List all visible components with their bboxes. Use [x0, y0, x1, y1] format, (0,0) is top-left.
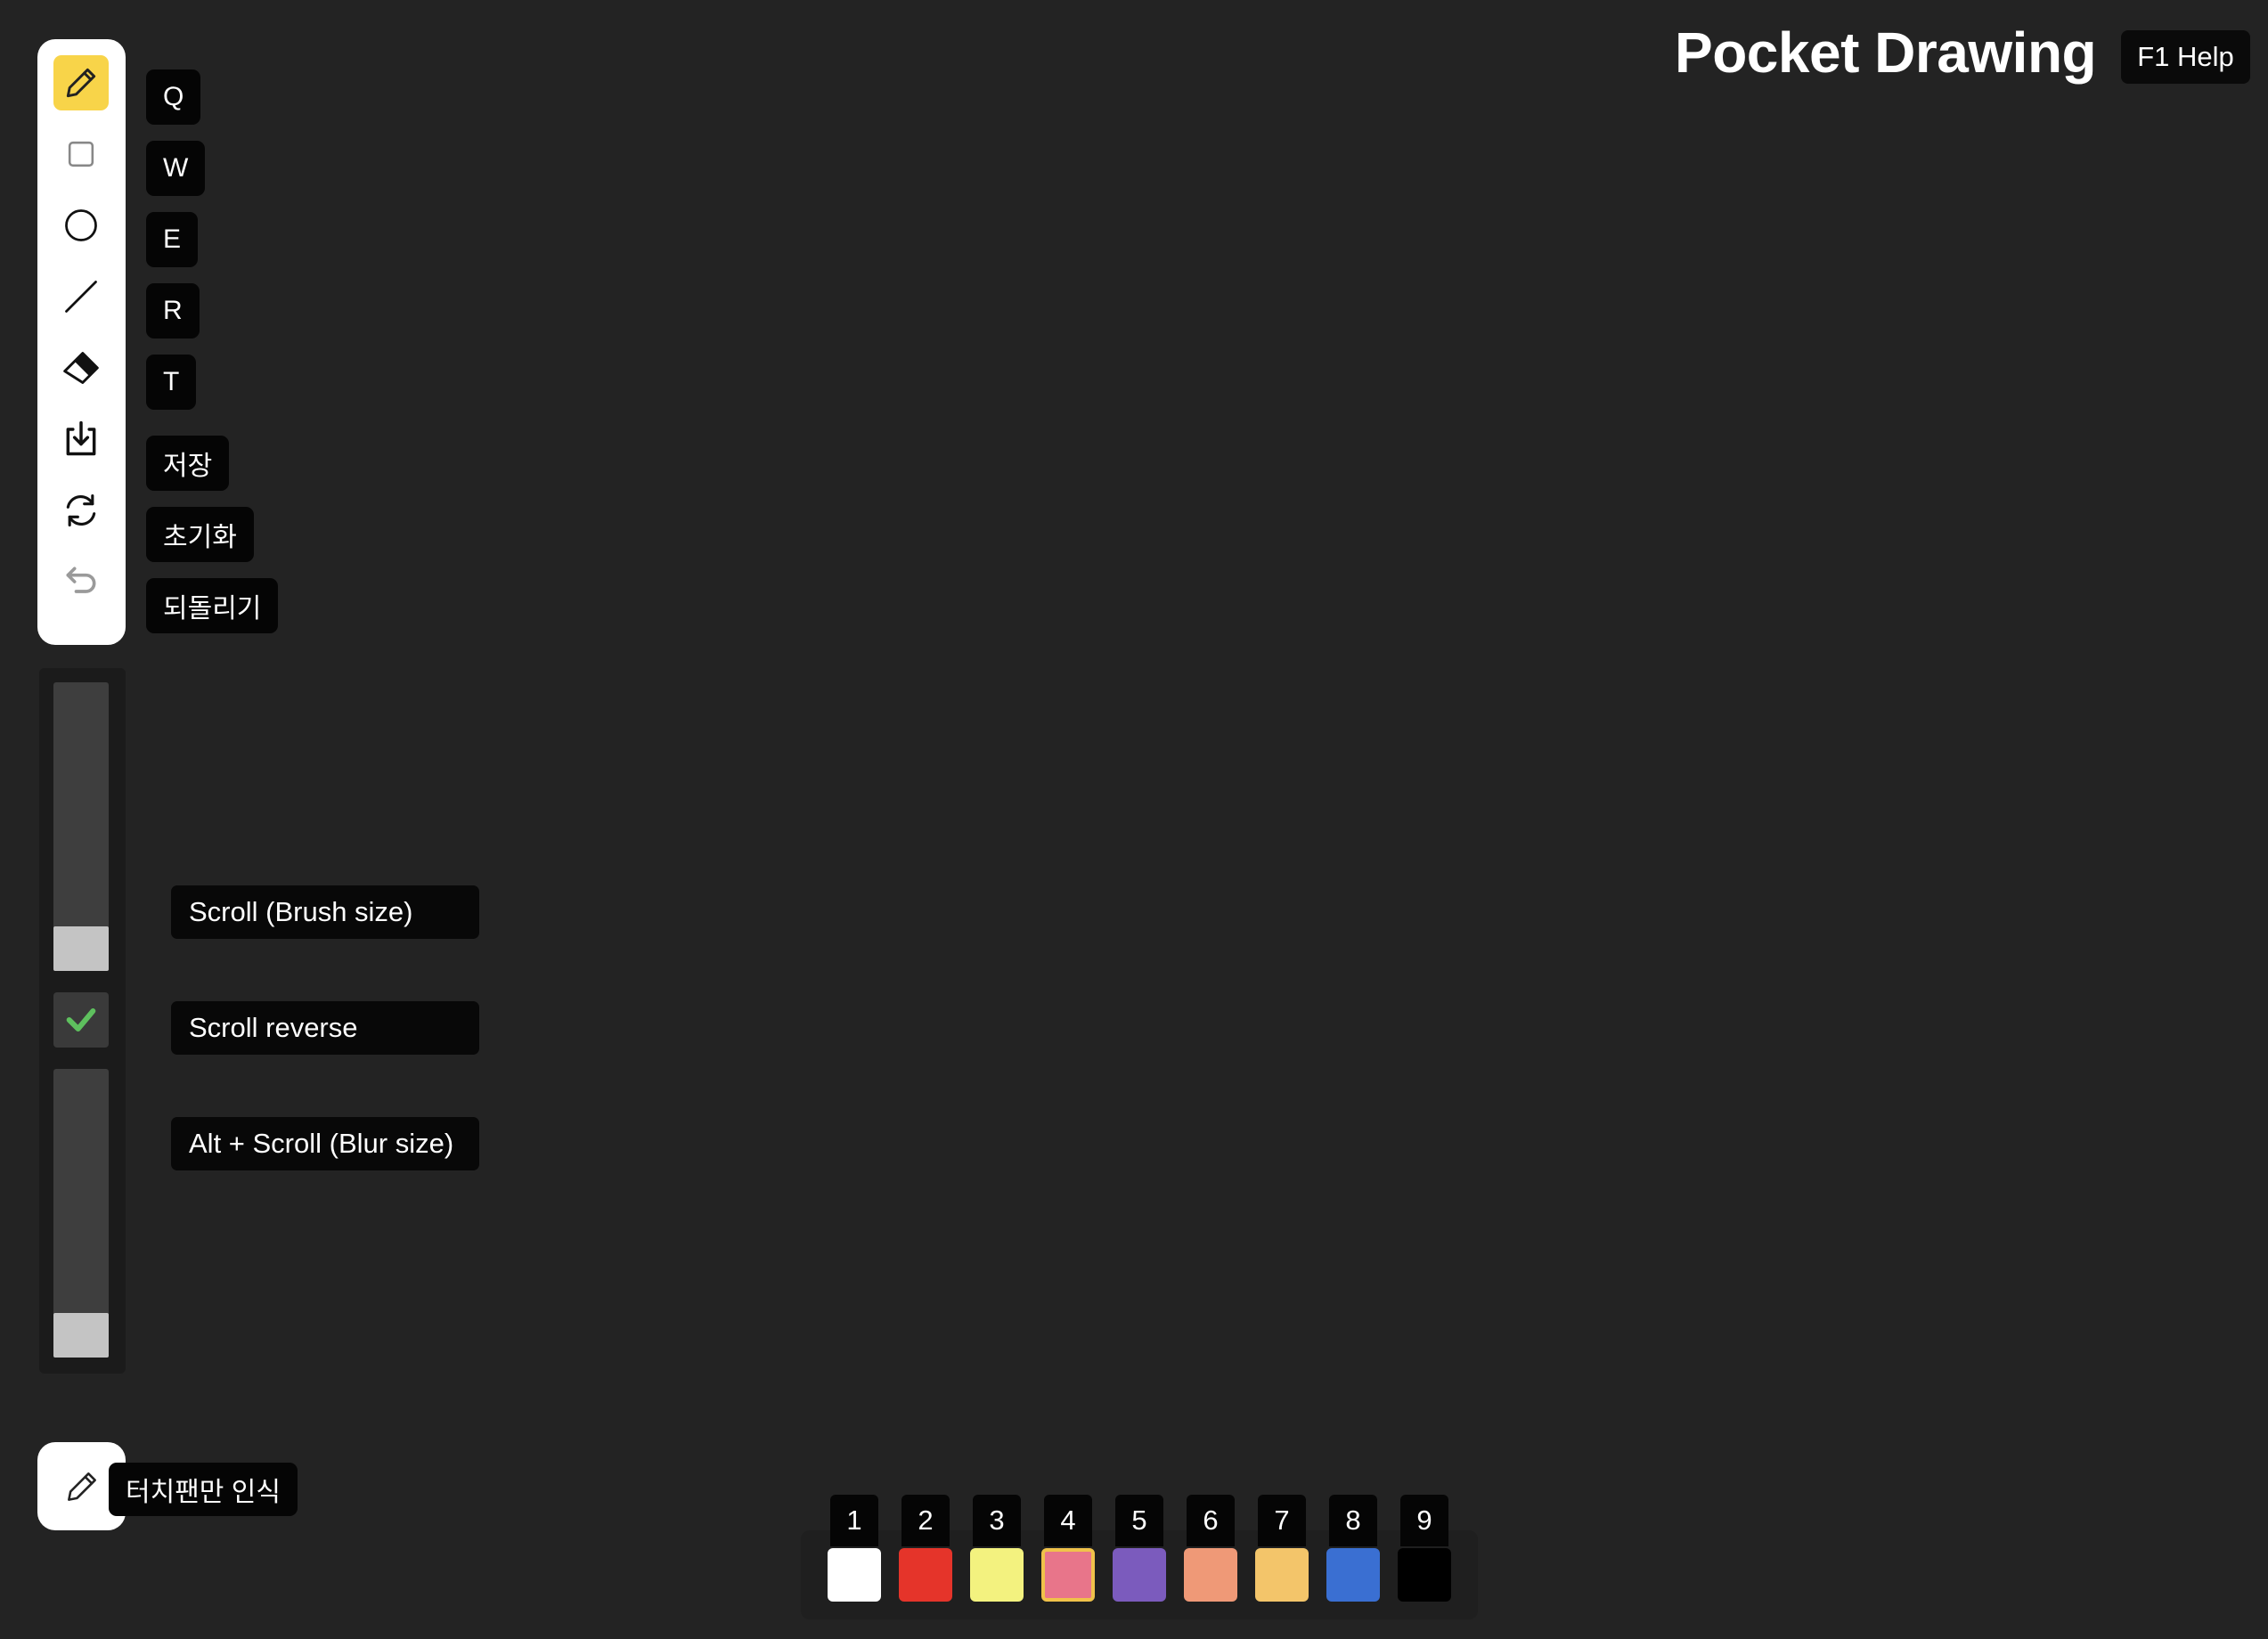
pencil-tool-button[interactable] — [53, 55, 109, 110]
blur-size-hint: Alt + Scroll (Blur size) — [171, 1117, 479, 1170]
color-swatch-7[interactable] — [1255, 1548, 1309, 1602]
line-icon — [65, 281, 97, 313]
reset-icon — [66, 493, 96, 527]
palette-number-1: 1 — [830, 1495, 878, 1546]
undo-icon — [66, 567, 96, 593]
slider-panel — [39, 668, 126, 1374]
brush-size-slider[interactable] — [53, 682, 109, 971]
undo-button[interactable] — [53, 554, 109, 609]
reset-button[interactable] — [53, 483, 109, 538]
rectangle-tool-button[interactable] — [53, 126, 109, 182]
pen-only-tooltip: 터치팬만 인식 — [109, 1463, 298, 1516]
eraser-tool-button[interactable] — [53, 340, 109, 395]
brush-size-hint: Scroll (Brush size) — [171, 885, 479, 939]
color-swatch-9[interactable] — [1398, 1548, 1451, 1602]
circle-shortcut-tooltip: E — [146, 212, 199, 267]
brush-size-thumb[interactable] — [53, 926, 109, 971]
circle-tool-button[interactable] — [53, 198, 109, 253]
color-swatch-3[interactable] — [970, 1548, 1024, 1602]
save-tooltip: 저장 — [146, 436, 230, 491]
pencil-shortcut-tooltip: Q — [146, 69, 201, 125]
palette-number-8: 8 — [1329, 1495, 1377, 1546]
line-shortcut-tooltip: R — [146, 283, 200, 338]
blur-size-slider[interactable] — [53, 1069, 109, 1358]
palette-number-3: 3 — [973, 1495, 1021, 1546]
color-swatch-2[interactable] — [899, 1548, 952, 1602]
app-title: Pocket Drawing — [1675, 20, 2097, 85]
palette-number-9: 9 — [1400, 1495, 1448, 1546]
undo-tooltip: 되돌리기 — [146, 578, 279, 633]
scroll-reverse-checkbox[interactable] — [53, 992, 109, 1048]
color-swatch-5[interactable] — [1113, 1548, 1166, 1602]
color-swatch-4[interactable] — [1041, 1548, 1095, 1602]
line-tool-button[interactable] — [53, 269, 109, 324]
pencil-icon — [66, 68, 96, 98]
color-swatch-6[interactable] — [1184, 1548, 1237, 1602]
save-button[interactable] — [53, 412, 109, 467]
eraser-icon — [63, 352, 99, 384]
palette-number-4: 4 — [1044, 1495, 1092, 1546]
save-icon — [66, 420, 96, 456]
reset-tooltip: 초기화 — [146, 507, 254, 562]
color-swatch-1[interactable] — [828, 1548, 881, 1602]
palette-number-2: 2 — [901, 1495, 950, 1546]
blur-size-thumb[interactable] — [53, 1313, 109, 1358]
eraser-shortcut-tooltip: T — [146, 355, 197, 410]
help-button[interactable]: F1 Help — [2121, 30, 2250, 84]
pen-icon — [67, 1472, 96, 1501]
scroll-reverse-hint: Scroll reverse — [171, 1001, 479, 1055]
palette-number-7: 7 — [1258, 1495, 1306, 1546]
color-swatch-8[interactable] — [1326, 1548, 1380, 1602]
palette-number-6: 6 — [1187, 1495, 1235, 1546]
palette-number-5: 5 — [1115, 1495, 1163, 1546]
rectangle-icon — [68, 141, 94, 167]
check-icon — [66, 1008, 96, 1032]
circle-icon — [65, 209, 97, 241]
toolbar: Q W E R T 저장 초기화 되돌리기 — [37, 39, 279, 645]
rectangle-shortcut-tooltip: W — [146, 141, 206, 196]
